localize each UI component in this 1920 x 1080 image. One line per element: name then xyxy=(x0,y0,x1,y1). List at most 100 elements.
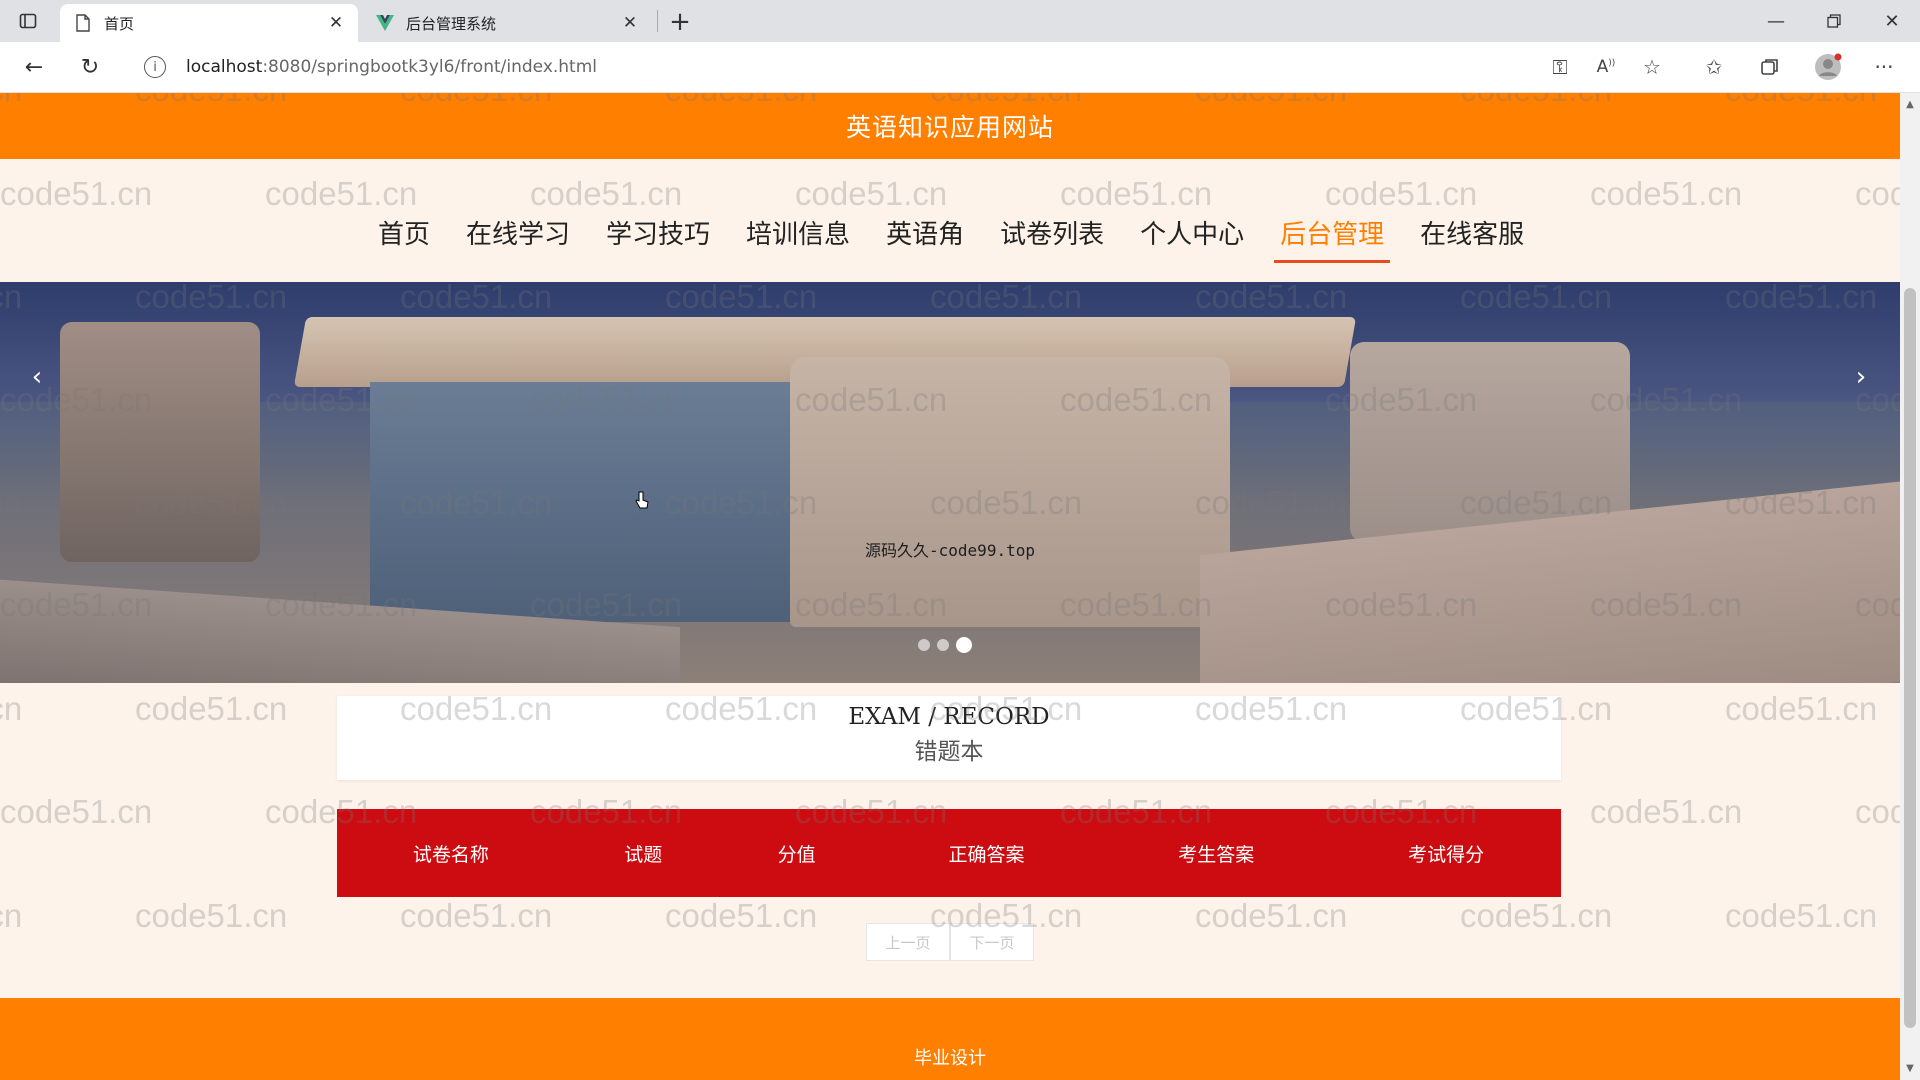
section-title-en: EXAM / RECORD xyxy=(848,704,1050,730)
column-header: 正确答案 xyxy=(948,843,1025,866)
site-title: 英语知识应用网站 xyxy=(845,113,1054,142)
watermark-text: code51.cn xyxy=(0,690,23,727)
scroll-up-icon[interactable]: ▲ xyxy=(1904,99,1916,111)
tab-actions-button[interactable] xyxy=(14,8,42,34)
web-page: 英语知识应用网站 首页 在线学习 学习技巧 培训信息 英语角 试卷列表 个人中心… xyxy=(0,93,1900,1080)
nav-item-training-info[interactable]: 培训信息 xyxy=(728,215,868,263)
read-aloud-button[interactable]: A)) xyxy=(1590,51,1622,83)
star-add-icon: ☆ xyxy=(1643,55,1661,79)
scroll-down-icon[interactable]: ▼ xyxy=(1904,1063,1916,1075)
info-icon[interactable]: i xyxy=(144,56,166,78)
nav-item-online-learning[interactable]: 在线学习 xyxy=(448,215,588,263)
minimize-button[interactable]: — xyxy=(1748,0,1804,42)
nav-item-study-tips[interactable]: 学习技巧 xyxy=(588,215,728,263)
new-tab-button[interactable]: + xyxy=(664,6,696,38)
chevron-left-icon: ‹ xyxy=(31,362,43,392)
watermark-text: code51.cn xyxy=(135,690,288,727)
watermark-text: code51.cn xyxy=(1590,793,1743,830)
key-icon: ⚿ xyxy=(1552,55,1568,79)
site-header: 英语知识应用网站 xyxy=(0,93,1900,159)
collections-icon xyxy=(1761,59,1778,75)
browser-toolbar: ← ↻ i localhost:8080/springbootk3yl6/fro… xyxy=(0,42,1920,93)
profile-button[interactable] xyxy=(1812,51,1844,83)
nav-item-personal-center[interactable]: 个人中心 xyxy=(1122,215,1262,263)
collections-button[interactable] xyxy=(1754,51,1786,83)
next-page-button[interactable]: 下一页 xyxy=(950,923,1034,961)
carousel-indicators xyxy=(918,637,972,653)
back-button[interactable]: ← xyxy=(18,51,50,83)
add-favorite-button[interactable]: ☆ xyxy=(1636,51,1668,83)
nav-item-english-corner[interactable]: 英语角 xyxy=(868,215,982,263)
tab-actions-icon xyxy=(19,13,37,29)
close-window-button[interactable]: ✕ xyxy=(1864,0,1920,42)
carousel-next-button[interactable]: › xyxy=(1846,362,1876,392)
browser-tab-admin[interactable]: 后台管理系统 ✕ xyxy=(362,4,652,42)
banner-caption: 源码久久-code99.top xyxy=(865,541,1035,560)
column-header: 考试得分 xyxy=(1408,843,1485,866)
password-key-button[interactable]: ⚿ xyxy=(1544,51,1576,83)
banner-image-chair xyxy=(790,357,1230,627)
page-icon xyxy=(74,14,92,32)
banner-image-chair xyxy=(1350,342,1630,542)
arrow-left-icon: ← xyxy=(24,54,44,80)
scrollbar-thumb[interactable] xyxy=(1904,288,1916,1028)
carousel-dot[interactable] xyxy=(937,639,949,651)
chevron-right-icon: › xyxy=(1855,362,1867,392)
nav-list: 首页 在线学习 学习技巧 培训信息 英语角 试卷列表 个人中心 后台管理 在线客… xyxy=(360,215,1542,263)
watermark-text: code51.cn xyxy=(0,793,153,830)
browser-tab-home[interactable]: 首页 ✕ xyxy=(60,4,358,42)
avatar-icon xyxy=(1815,53,1842,80)
carousel-prev-button[interactable]: ‹ xyxy=(22,362,52,392)
watermark-text: code51.cn xyxy=(1725,690,1878,727)
url-text[interactable]: localhost:8080/springbootk3yl6/front/ind… xyxy=(186,57,597,77)
tab-title: 首页 xyxy=(104,14,135,33)
minimize-icon: — xyxy=(1767,10,1785,32)
read-aloud-icon: A)) xyxy=(1596,57,1616,77)
banner-carousel[interactable]: 源码久久-code99.top ‹ › xyxy=(0,282,1900,683)
nav-item-customer-service[interactable]: 在线客服 xyxy=(1402,215,1542,263)
section-title-cn: 错题本 xyxy=(914,739,984,765)
url-host: localhost xyxy=(186,57,263,77)
prev-page-button[interactable]: 上一页 xyxy=(866,923,950,961)
restore-button[interactable] xyxy=(1806,0,1862,42)
column-header: 考生答案 xyxy=(1178,843,1255,866)
more-options-button[interactable]: ··· xyxy=(1868,51,1900,83)
watermark-text: code51.cn xyxy=(0,897,23,934)
nav-item-home[interactable]: 首页 xyxy=(360,215,448,263)
carousel-dot-active[interactable] xyxy=(956,637,972,653)
favorites-icon: ✩ xyxy=(1705,55,1723,79)
banner-image-chair xyxy=(60,322,260,562)
tab-close-icon[interactable]: ✕ xyxy=(324,11,348,35)
tab-title: 后台管理系统 xyxy=(406,14,497,33)
watermark-text: code51.cn xyxy=(1460,897,1613,934)
watermark-text: code51.cn xyxy=(1725,897,1878,934)
browser-tab-bar: 首页 ✕ 后台管理系统 ✕ + — ✕ xyxy=(0,0,1920,42)
pagination: 上一页 下一页 xyxy=(866,923,1034,961)
tab-separator xyxy=(657,10,658,32)
nav-item-admin[interactable]: 后台管理 xyxy=(1262,215,1402,263)
page-scrollbar[interactable]: ▲ ▼ xyxy=(1900,93,1920,1080)
watermark-text: code51.cn xyxy=(1855,793,1900,830)
vue-logo-icon xyxy=(376,14,394,32)
watermark-text: code51.cn xyxy=(1195,897,1348,934)
mouse-cursor-icon xyxy=(635,491,649,509)
url-path: :8080/springbootk3yl6/front/index.html xyxy=(262,57,598,77)
restore-icon xyxy=(1827,14,1841,28)
favorites-button[interactable]: ✩ xyxy=(1698,51,1730,83)
reload-icon: ↻ xyxy=(80,54,100,80)
nav-item-exam-list[interactable]: 试卷列表 xyxy=(982,215,1122,263)
carousel-dot[interactable] xyxy=(918,639,930,651)
close-icon: ✕ xyxy=(1884,10,1900,32)
footer-text: 毕业设计 xyxy=(914,1048,986,1069)
plus-icon: + xyxy=(669,7,691,37)
table-header: 试卷名称 试题 分值 正确答案 考生答案 考试得分 xyxy=(337,809,1561,897)
tab-close-icon[interactable]: ✕ xyxy=(618,11,642,35)
section-title: EXAM / RECORD 错题本 xyxy=(337,696,1561,780)
banner-image-desk-body xyxy=(370,382,830,622)
column-header: 分值 xyxy=(777,843,816,866)
column-header: 试卷名称 xyxy=(412,843,489,866)
ellipsis-icon: ··· xyxy=(1874,55,1894,79)
reload-button[interactable]: ↻ xyxy=(74,51,106,83)
address-bar[interactable]: i localhost:8080/springbootk3yl6/front/i… xyxy=(132,48,1672,86)
watermark-text: code51.cn xyxy=(665,897,818,934)
